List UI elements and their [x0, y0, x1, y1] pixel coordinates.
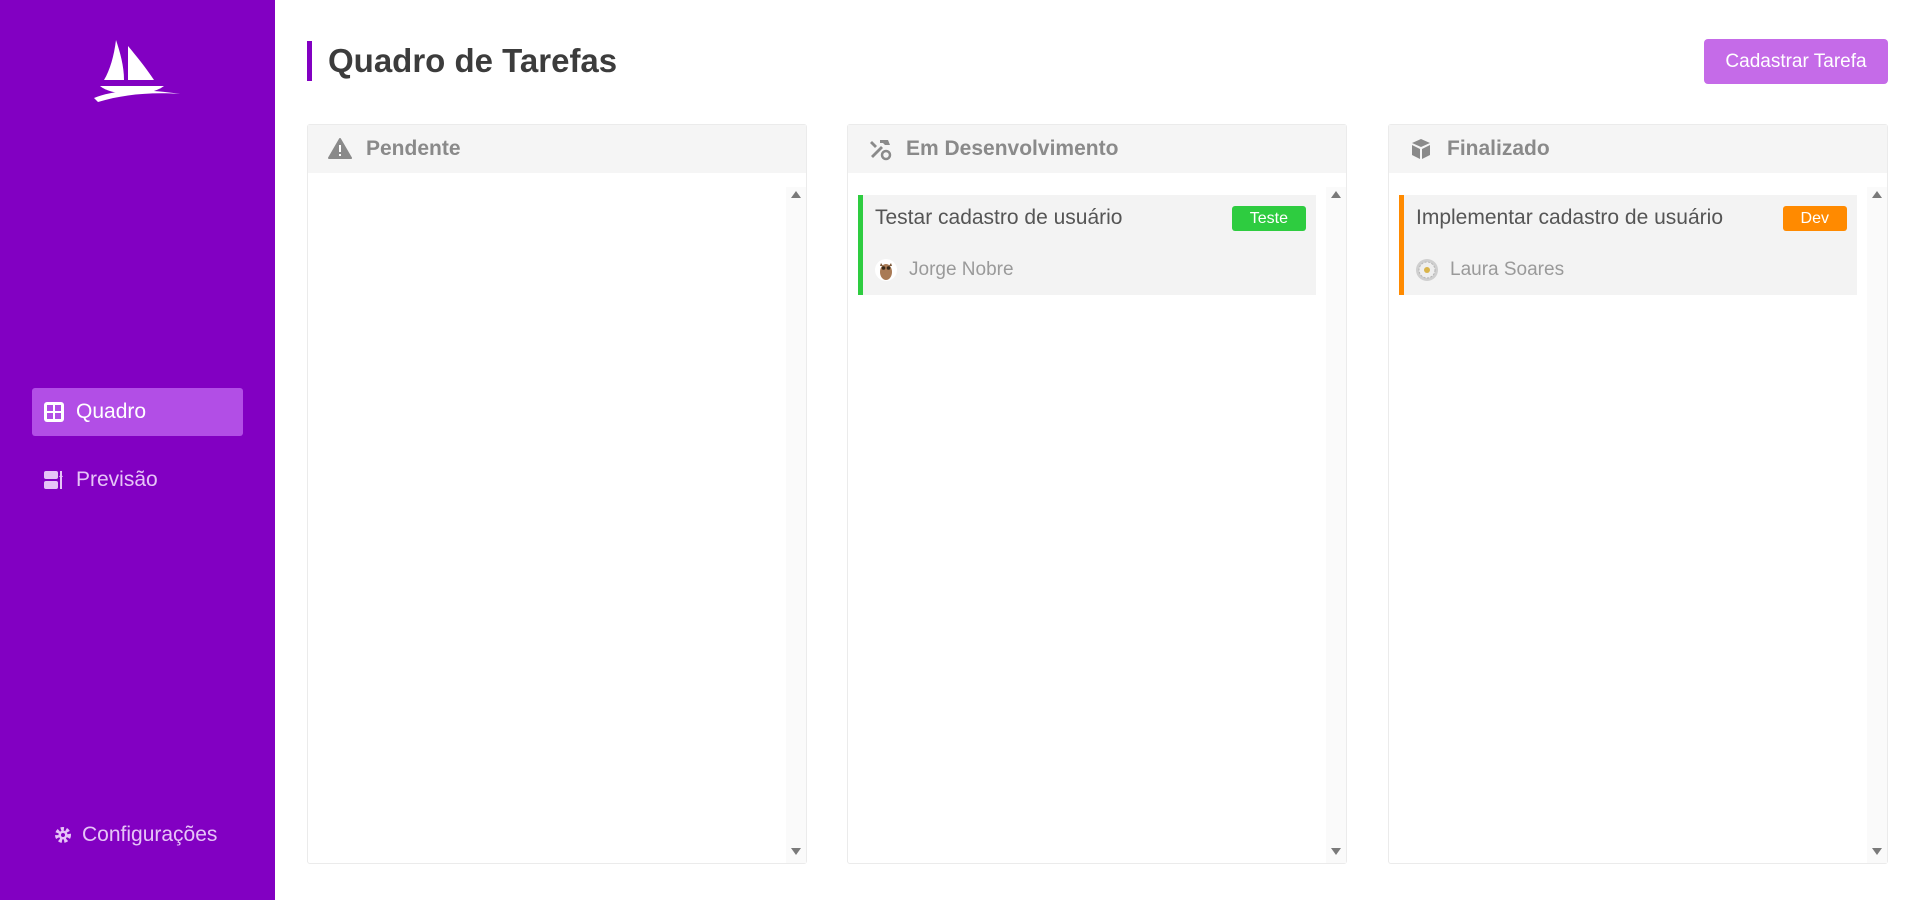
- settings-link[interactable]: Configurações: [54, 823, 217, 847]
- forecast-icon: [44, 470, 64, 490]
- task-tag-badge: Dev: [1782, 206, 1847, 231]
- column-body: Testar cadastro de usuário Teste Jorge N…: [848, 173, 1346, 863]
- column-body: [308, 173, 806, 863]
- task-title: Testar cadastro de usuário: [875, 206, 1123, 229]
- task-title: Implementar cadastro de usuário: [1416, 206, 1723, 229]
- scroll-up-arrow-icon[interactable]: [791, 191, 801, 198]
- column-title: Finalizado: [1447, 137, 1550, 160]
- sidebar-item-label: Quadro: [76, 400, 147, 423]
- column-em-desenvolvimento: Em Desenvolvimento Testar cadastro de us…: [847, 124, 1347, 864]
- scrollbar[interactable]: [786, 187, 806, 863]
- sidebar-item-label: Previsão: [76, 468, 158, 491]
- column-pendente: Pendente: [307, 124, 807, 864]
- assignee-name: Laura Soares: [1450, 259, 1565, 280]
- column-body: Implementar cadastro de usuário Dev Laur…: [1389, 173, 1887, 863]
- column-finalizado: Finalizado Implementar cadastro de usuár…: [1388, 124, 1888, 864]
- warning-icon: [328, 137, 352, 161]
- page-title: Quadro de Tarefas: [328, 42, 618, 79]
- column-header: Em Desenvolvimento: [848, 125, 1346, 173]
- scrollbar[interactable]: [1326, 187, 1346, 863]
- column-header: Pendente: [308, 125, 806, 173]
- gear-icon: [54, 826, 72, 844]
- title-accent-bar: [307, 41, 312, 81]
- avatar: [875, 259, 897, 281]
- task-assignee: Laura Soares: [1416, 259, 1564, 281]
- assignee-name: Jorge Nobre: [909, 259, 1014, 280]
- app: Quadro Previsão Configurações Quadro de …: [0, 0, 1920, 900]
- sidebar: Quadro Previsão Configurações: [0, 0, 275, 900]
- task-assignee: Jorge Nobre: [875, 259, 1014, 281]
- scrollbar[interactable]: [1867, 187, 1887, 863]
- avatar: [1416, 259, 1438, 281]
- task-tag-badge: Teste: [1231, 206, 1306, 231]
- column-title: Pendente: [366, 137, 461, 160]
- sidebar-item-quadro[interactable]: Quadro: [32, 388, 243, 436]
- scroll-up-arrow-icon[interactable]: [1331, 191, 1341, 198]
- task-card[interactable]: Implementar cadastro de usuário Dev Laur…: [1399, 195, 1857, 295]
- sailboat-logo-icon: [94, 36, 182, 102]
- scroll-up-arrow-icon[interactable]: [1872, 191, 1882, 198]
- board-icon: [44, 402, 64, 422]
- tools-icon: [868, 137, 892, 161]
- scroll-down-arrow-icon[interactable]: [791, 848, 801, 855]
- scroll-down-arrow-icon[interactable]: [1872, 848, 1882, 855]
- task-card[interactable]: Testar cadastro de usuário Teste Jorge N…: [858, 195, 1316, 295]
- column-header: Finalizado: [1389, 125, 1887, 173]
- scroll-down-arrow-icon[interactable]: [1331, 848, 1341, 855]
- new-task-button[interactable]: Cadastrar Tarefa: [1704, 39, 1888, 84]
- sidebar-item-previsao[interactable]: Previsão: [32, 456, 243, 504]
- column-title: Em Desenvolvimento: [906, 137, 1119, 160]
- settings-label: Configurações: [82, 823, 218, 846]
- box-icon: [1409, 137, 1433, 161]
